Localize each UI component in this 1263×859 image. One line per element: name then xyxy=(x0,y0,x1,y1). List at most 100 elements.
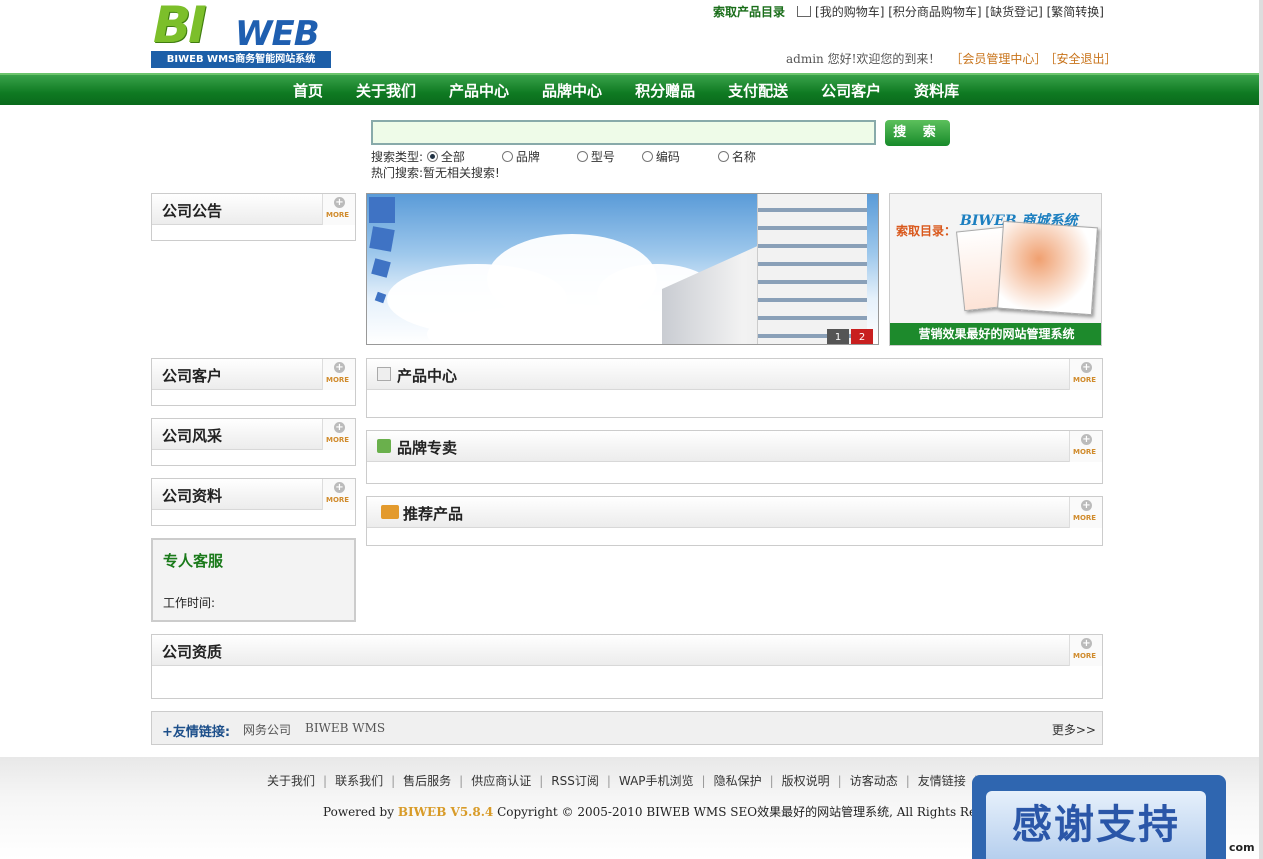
clients-title: 公司客户 xyxy=(162,367,223,385)
friend-links-label: +友情链接: xyxy=(162,725,231,740)
more-button[interactable]: + MORE xyxy=(1069,359,1102,390)
cart-icon xyxy=(797,6,812,17)
plus-icon: + xyxy=(1081,362,1092,373)
customer-service-box: 专人客服 工作时间: xyxy=(151,538,356,622)
nav-payment-delivery[interactable]: 支付配送 xyxy=(728,80,788,101)
footer-link[interactable]: 隐私保护 xyxy=(714,774,762,788)
footer-link[interactable]: WAP手机浏览 xyxy=(619,774,694,788)
thanks-text: 感谢支持 xyxy=(986,791,1206,859)
document-icon xyxy=(377,367,391,381)
more-button[interactable]: + MORE xyxy=(322,419,355,450)
banner-page-2[interactable]: 2 xyxy=(851,329,873,344)
top-links: 索取产品目录 [我的购物车] [积分商品购物车] [缺货登记] [繁简转换] xyxy=(713,3,1104,20)
hot-search-value: 暂无相关搜索! xyxy=(423,166,500,180)
nav-products[interactable]: 产品中心 xyxy=(449,80,509,101)
catalog-ad[interactable]: 索取目录： BIWEB 商城系统 营销效果最好的网站管理系统 xyxy=(889,193,1102,346)
plus-icon: + xyxy=(334,482,345,493)
more-button[interactable]: + MORE xyxy=(322,479,355,510)
friend-link[interactable]: 网务公司 xyxy=(243,721,291,738)
catalog-link[interactable]: 索取产品目录 xyxy=(713,5,785,19)
radio-icon[interactable] xyxy=(576,151,588,162)
banner-page-1[interactable]: 1 xyxy=(827,329,849,344)
nav-points-gifts[interactable]: 积分赠品 xyxy=(635,80,695,101)
search-type-label: 搜索类型: xyxy=(371,150,424,164)
nav-brands[interactable]: 品牌中心 xyxy=(542,80,602,101)
materials-title: 公司资料 xyxy=(162,487,223,505)
search-type-brand[interactable]: 品牌 xyxy=(501,148,577,165)
search-type-name[interactable]: 名称 xyxy=(717,148,756,165)
friend-link[interactable]: BIWEB WMS xyxy=(305,721,385,735)
footer-link[interactable]: 关于我们 xyxy=(267,774,315,788)
footer-link[interactable]: RSS订阅 xyxy=(551,774,599,788)
hot-search: 热门搜索:暂无相关搜索! xyxy=(371,164,500,181)
page-edge xyxy=(1259,0,1263,859)
recommend-icon xyxy=(381,505,399,519)
radio-icon[interactable] xyxy=(426,151,438,162)
logo-web: WEB xyxy=(235,14,320,54)
logo-subtitle: BIWEB WMS商务智能网站系统 xyxy=(151,51,331,68)
friend-links-bar: +友情链接: 网务公司 BIWEB WMS 更多>> xyxy=(151,711,1103,745)
nav-about[interactable]: 关于我们 xyxy=(356,80,416,101)
nav-clients[interactable]: 公司客户 xyxy=(821,80,881,101)
search-button[interactable]: 搜 索 xyxy=(885,120,950,146)
radio-icon[interactable] xyxy=(641,151,653,162)
cart-link[interactable]: [我的购物车] xyxy=(815,5,884,19)
search-type-group: 搜索类型: 全部 品牌 型号 编码 名称 xyxy=(371,148,756,165)
points-cart-link[interactable]: [积分商品购物车] xyxy=(888,5,981,19)
search-type-model[interactable]: 型号 xyxy=(576,148,642,165)
banner-slideshow[interactable]: 1 2 xyxy=(366,193,879,345)
box-icon xyxy=(377,439,391,453)
plus-icon: + xyxy=(334,422,345,433)
footer-link[interactable]: 供应商认证 xyxy=(471,774,531,788)
footer-links: 关于我们 | 联系我们 | 售后服务 | 供应商认证 | RSS订阅 | WAP手机浏览 | 隐私保护 |… xyxy=(267,772,993,789)
search-type-all[interactable]: 全部 xyxy=(426,148,502,165)
deco-square xyxy=(369,197,395,223)
more-button[interactable]: + MORE xyxy=(1069,497,1102,528)
footer-link[interactable]: 联系我们 xyxy=(335,774,383,788)
footer-link[interactable]: 友情链接 xyxy=(918,774,966,788)
shortage-link[interactable]: [缺货登记] xyxy=(985,5,1042,19)
footer-link[interactable]: 售后服务 xyxy=(403,774,451,788)
plus-icon: + xyxy=(334,362,345,373)
plus-icon: + xyxy=(1081,638,1092,649)
corner-text: com xyxy=(1229,841,1255,854)
logout-link[interactable]: ［安全退出］ xyxy=(1050,52,1116,66)
service-title: 专人客服 xyxy=(163,552,224,570)
footer-link[interactable]: 版权说明 xyxy=(782,774,830,788)
main-nav: 首页 关于我们 产品中心 品牌中心 积分赠品 支付配送 公司客户 资料库 xyxy=(0,73,1260,105)
member-center-link[interactable]: ［会员管理中心］ xyxy=(950,52,1046,66)
style-title: 公司风采 xyxy=(162,427,223,445)
notice-box: 公司公告 + MORE xyxy=(151,193,356,241)
friend-links-more[interactable]: 更多>> xyxy=(1052,721,1096,738)
radio-icon[interactable] xyxy=(501,151,513,162)
deco-square xyxy=(374,291,387,304)
building-windows xyxy=(757,194,867,344)
trad-simplified-link[interactable]: [繁简转换] xyxy=(1047,5,1104,19)
more-button[interactable]: + MORE xyxy=(1069,635,1102,666)
plus-icon: + xyxy=(1081,434,1092,445)
nav-library[interactable]: 资料库 xyxy=(914,80,959,101)
materials-box: 公司资料 + MORE xyxy=(151,478,356,526)
radio-icon[interactable] xyxy=(717,151,729,162)
site-logo[interactable]: BI WEB BIWEB WMS商务智能网站系统 xyxy=(151,0,331,68)
welcome-text: admin 您好!欢迎您的到来！ xyxy=(786,52,941,66)
recommended-box: 推荐产品 + MORE xyxy=(366,496,1103,546)
more-button[interactable]: + MORE xyxy=(1069,431,1102,462)
search-input[interactable] xyxy=(371,120,876,145)
more-button[interactable]: + MORE xyxy=(322,359,355,390)
products-box: 产品中心 + MORE xyxy=(366,358,1103,418)
welcome-bar: admin 您好!欢迎您的到来！ ［会员管理中心］ ［安全退出］ xyxy=(786,50,1116,67)
nav-home[interactable]: 首页 xyxy=(293,80,323,101)
plus-icon: + xyxy=(334,197,345,208)
recommended-title: 推荐产品 xyxy=(403,505,464,523)
search-type-code[interactable]: 编码 xyxy=(641,148,718,165)
hot-search-label: 热门搜索: xyxy=(371,166,424,180)
more-button[interactable]: + MORE xyxy=(322,194,355,225)
ad-request: 索取目录： xyxy=(896,224,957,238)
catalog-image xyxy=(997,220,1098,316)
notice-title: 公司公告 xyxy=(162,202,223,220)
brands-title: 品牌专卖 xyxy=(397,439,458,457)
version-link[interactable]: BIWEB V5.8.4 xyxy=(398,805,493,819)
footer-link[interactable]: 访客动态 xyxy=(850,774,898,788)
style-box: 公司风采 + MORE xyxy=(151,418,356,466)
